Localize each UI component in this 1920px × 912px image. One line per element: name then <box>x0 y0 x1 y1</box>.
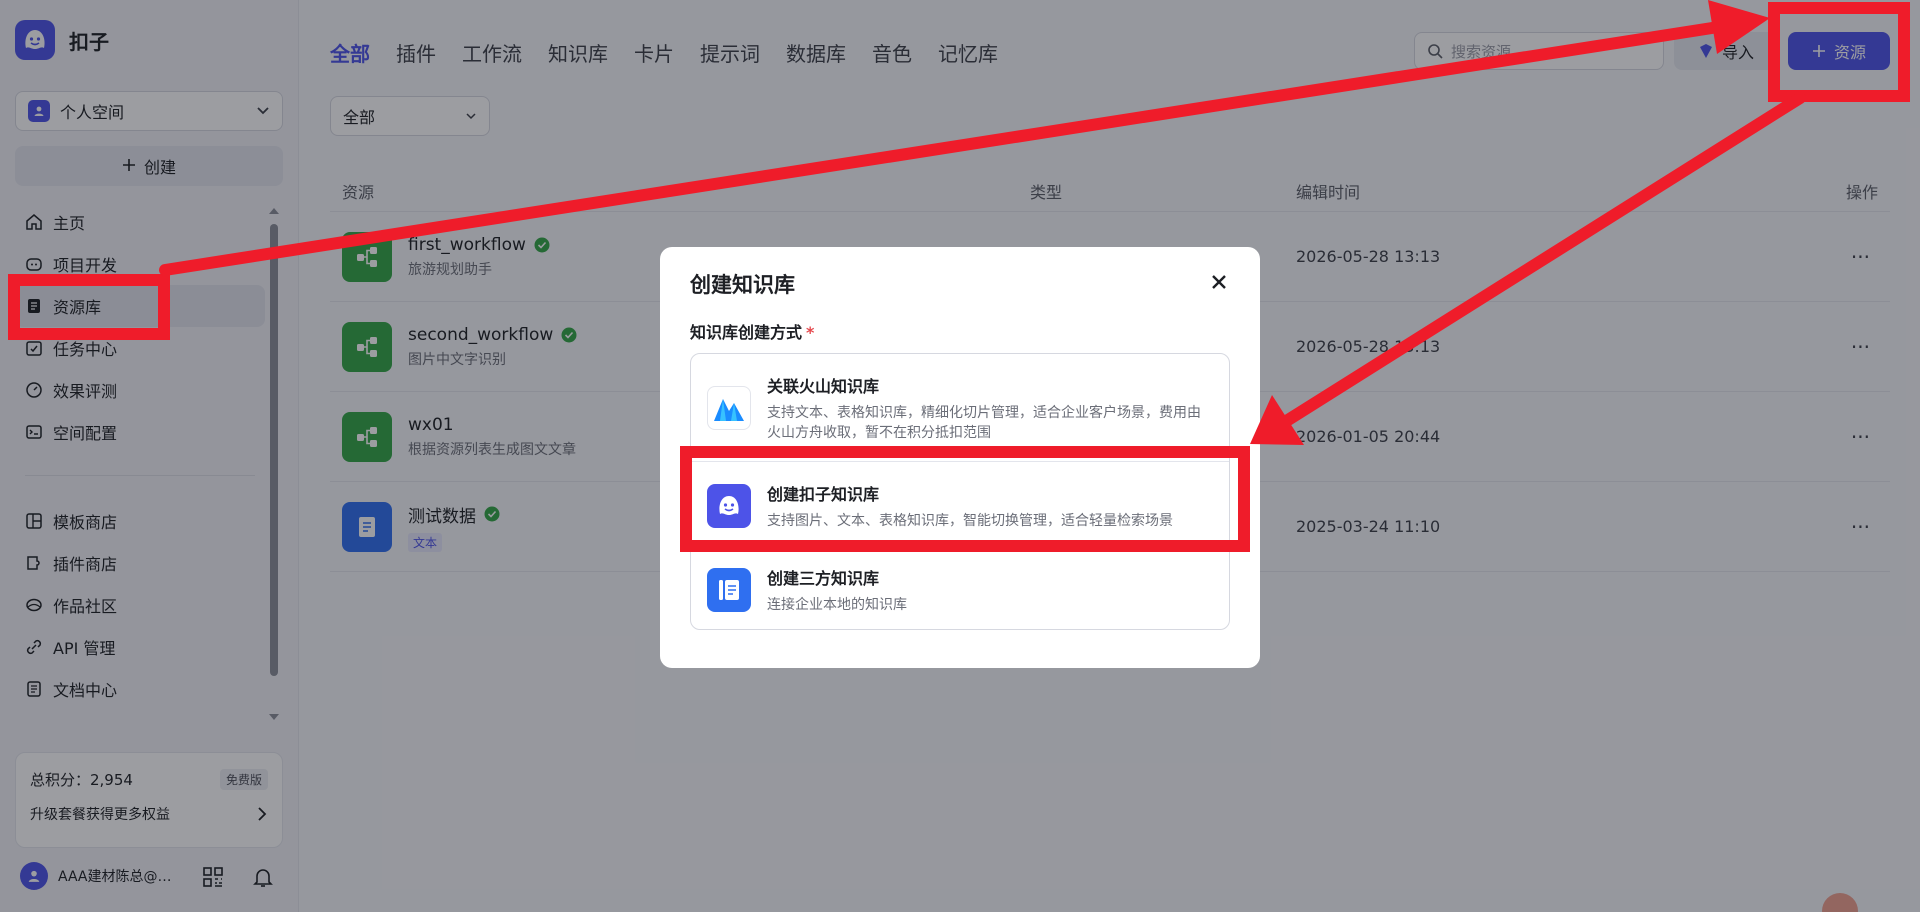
third-party-icon <box>707 568 751 612</box>
option-description: 连接企业本地的知识库 <box>767 597 907 613</box>
required-mark: * <box>806 323 815 342</box>
annotation-box-coze-option <box>680 446 1250 552</box>
option-third-party-knowledge[interactable]: 创建三方知识库 连接企业本地的知识库 <box>691 551 1229 629</box>
close-icon[interactable] <box>1206 269 1232 295</box>
annotation-box-library <box>8 274 170 340</box>
option-title: 关联火山知识库 <box>767 376 880 396</box>
option-title: 创建三方知识库 <box>767 569 880 588</box>
option-description: 支持文本、表格知识库，精细化切片管理，适合企业客户场景，费用由火山方舟收取，暂不… <box>767 404 1201 441</box>
volcano-icon <box>707 385 751 430</box>
dialog-title: 创建知识库 <box>690 273 795 297</box>
creation-method-label: 知识库创建方式 * <box>690 323 815 342</box>
annotation-box-resource-button <box>1768 2 1910 102</box>
